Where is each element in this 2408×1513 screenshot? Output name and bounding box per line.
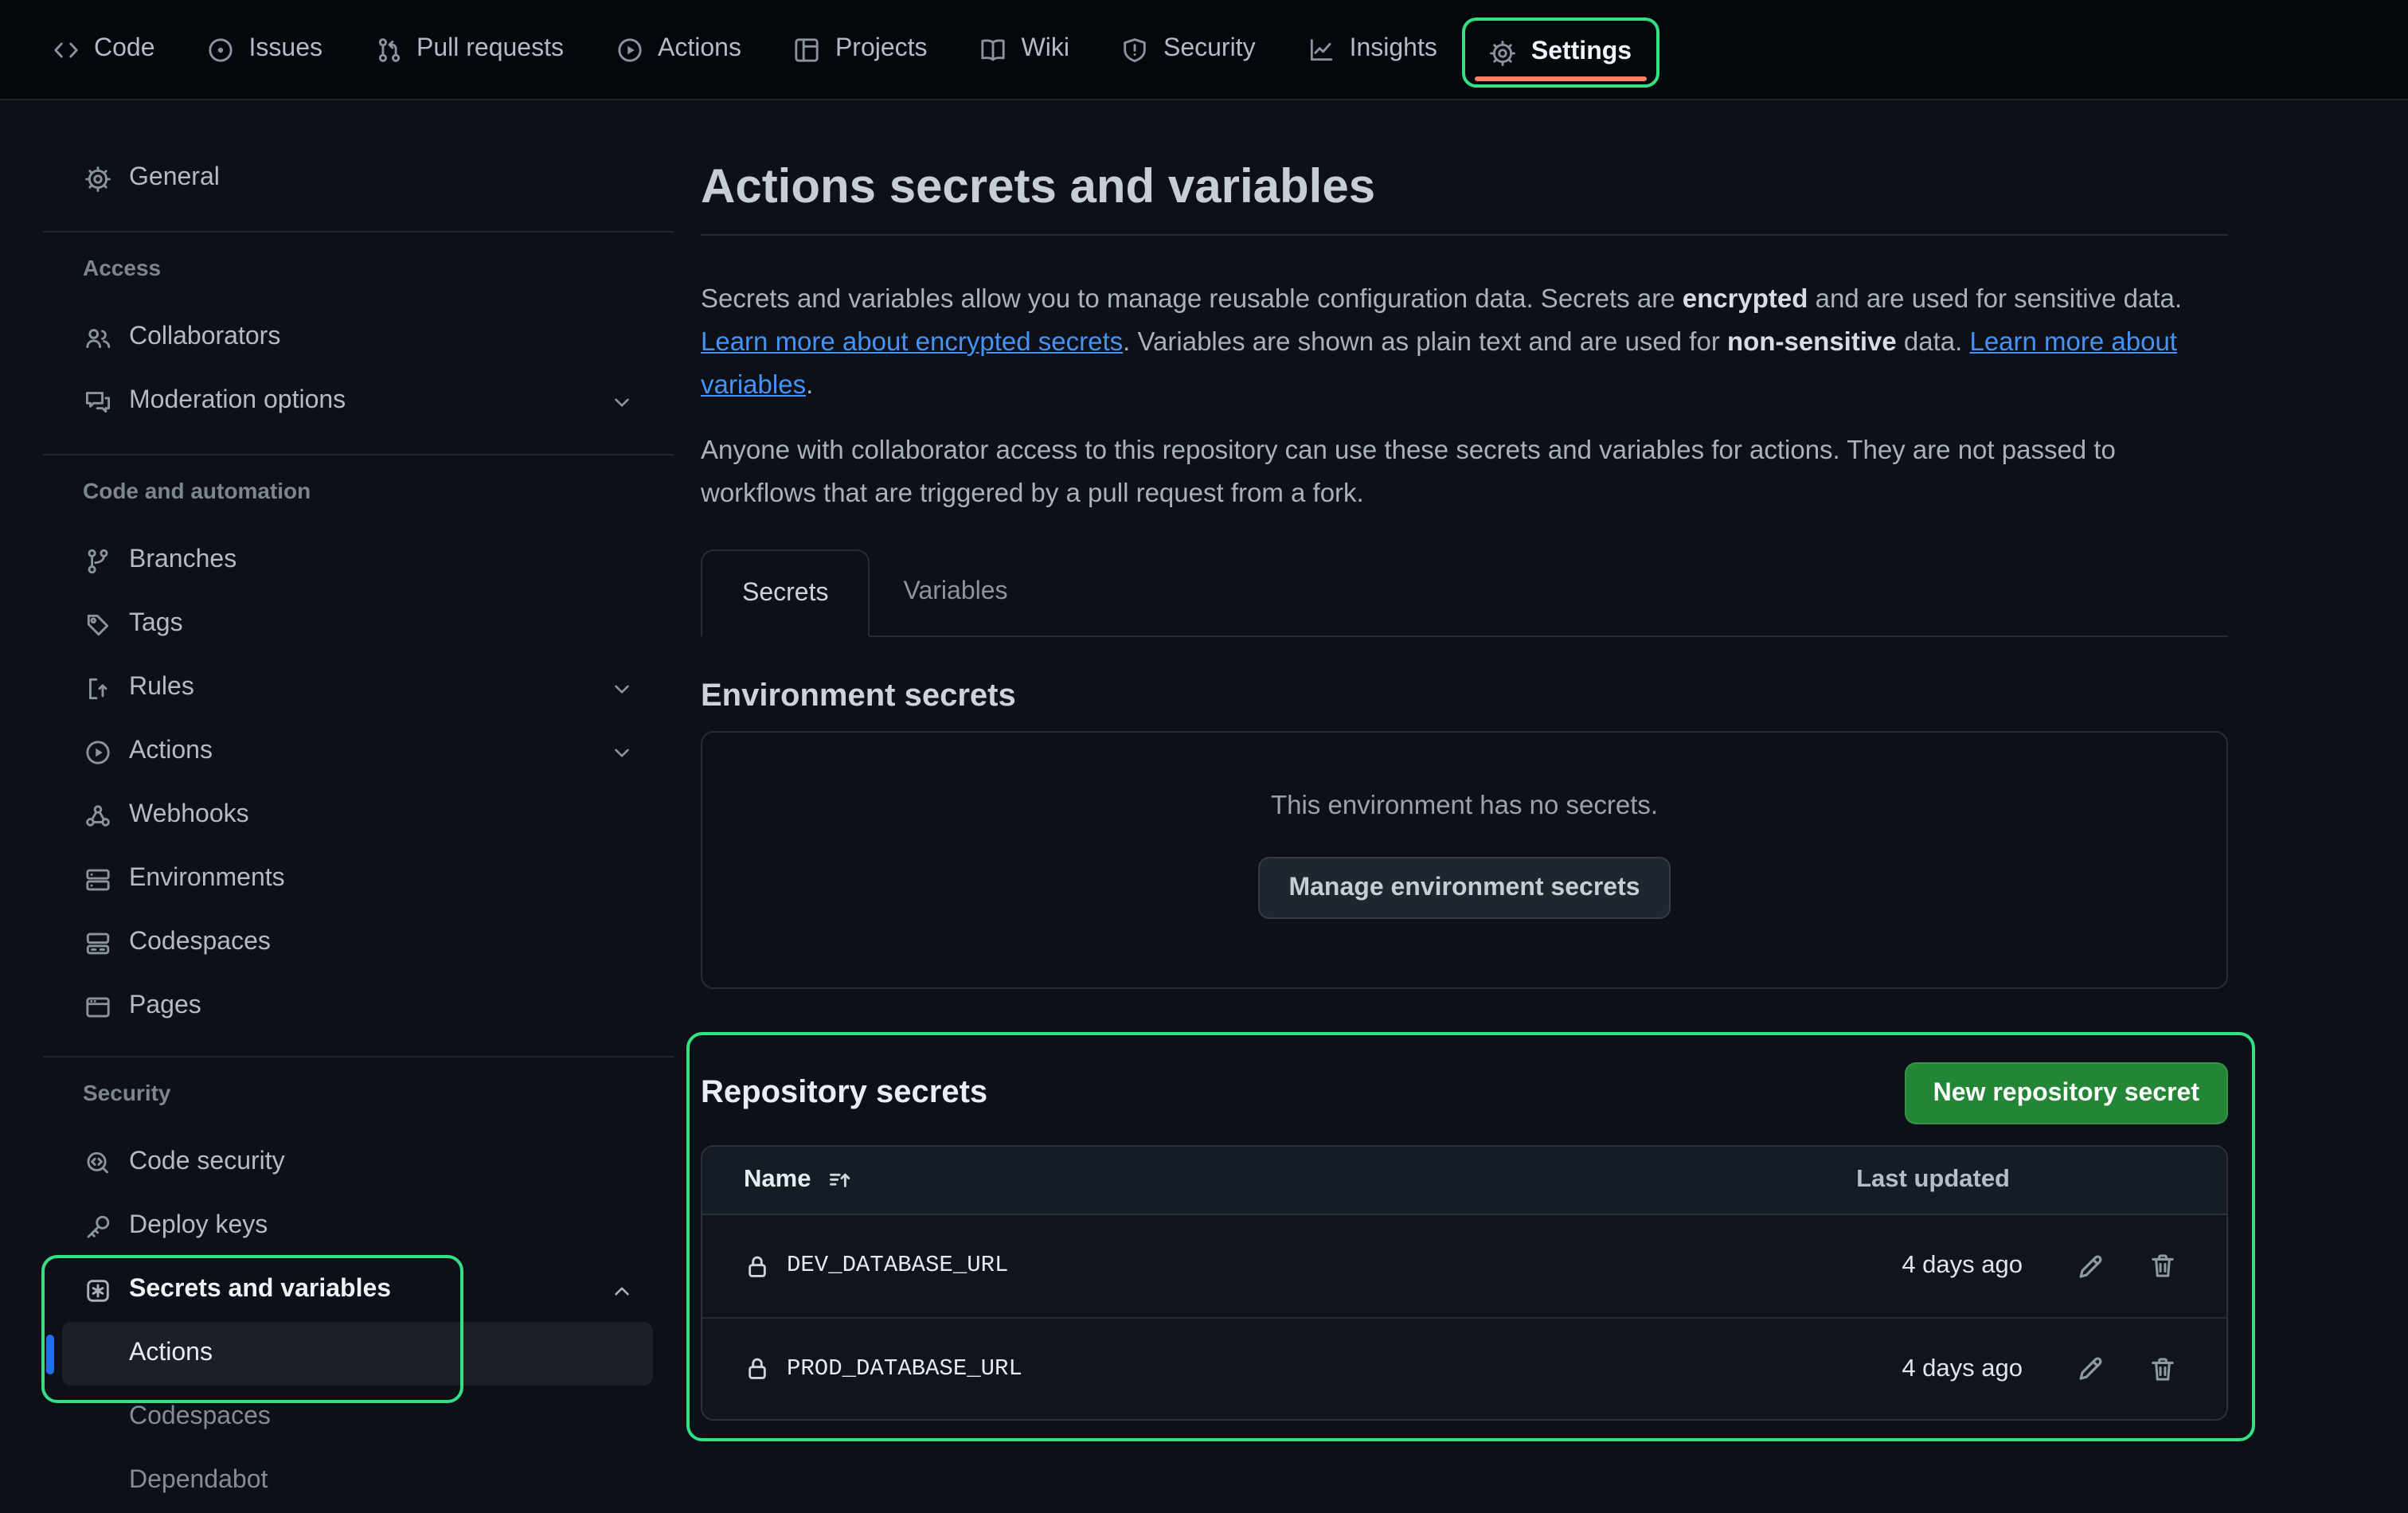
sidebar-section-security: Security <box>83 1077 674 1108</box>
repository-secrets-heading: Repository secrets <box>701 1075 987 1112</box>
edit-secret-button[interactable] <box>2075 1354 2105 1384</box>
delete-secret-button[interactable] <box>2148 1355 2177 1383</box>
repo-tab-bar: Code Issues Pull requests Actions Projec… <box>0 0 2408 100</box>
play-circle-icon <box>616 36 643 63</box>
git-pull-request-icon <box>375 36 402 63</box>
key-asterisk-icon <box>84 1276 111 1304</box>
people-icon <box>84 324 111 351</box>
webhook-icon <box>84 802 111 829</box>
environment-secrets-heading: Environment secrets <box>701 675 2228 717</box>
github-settings-page: Code Issues Pull requests Actions Projec… <box>0 0 2408 1505</box>
sidebar-item-branches[interactable]: Branches <box>62 529 653 592</box>
sidebar-subitem-dependabot[interactable]: Dependabot <box>62 1449 653 1513</box>
code-icon <box>53 36 80 63</box>
collaborator-note: Anyone with collaborator access to this … <box>701 430 2228 516</box>
repository-secrets-header: Repository secrets New repository secret <box>701 1062 2228 1124</box>
key-icon <box>84 1213 111 1240</box>
sidebar-item-moderation-options[interactable]: Moderation options <box>62 369 653 433</box>
secret-updated: 4 days ago <box>1902 1355 2023 1383</box>
secret-row: DEV_DATABASE_URL 4 days ago <box>702 1215 2226 1317</box>
sidebar-item-collaborators[interactable]: Collaborators <box>62 306 653 369</box>
sidebar-divider <box>43 454 674 455</box>
environment-empty-message: This environment has no secrets. <box>1271 792 1658 822</box>
table-icon <box>794 36 821 63</box>
tab-settings[interactable]: Settings <box>1463 18 1659 88</box>
environment-secrets-box: This environment has no secrets. Manage … <box>701 731 2228 989</box>
secret-row: PROD_DATABASE_URL 4 days ago <box>702 1317 2226 1419</box>
sidebar-subitem-actions[interactable]: Actions <box>62 1322 653 1386</box>
gear-icon <box>1490 39 1517 66</box>
rules-icon <box>84 674 111 702</box>
codescan-icon <box>84 1149 111 1176</box>
issue-opened-icon <box>208 36 235 63</box>
link-encrypted-secrets[interactable]: Learn more about encrypted secrets <box>701 328 1123 357</box>
book-icon <box>980 36 1007 63</box>
chevron-up-icon <box>610 1278 634 1302</box>
name-column-header[interactable]: Name <box>744 1166 811 1194</box>
sidebar-divider <box>43 1056 674 1058</box>
secrets-variables-tabnav: Secrets Variables <box>701 549 2228 637</box>
server-icon <box>84 866 111 893</box>
last-updated-column-header: Last updated <box>1856 1166 2010 1194</box>
browser-icon <box>84 993 111 1020</box>
tab-secrets[interactable]: Secrets <box>701 549 870 637</box>
sidebar-item-general[interactable]: General <box>62 147 653 210</box>
play-circle-icon <box>84 738 111 765</box>
chevron-down-icon <box>610 676 634 700</box>
tab-code[interactable]: Code <box>53 35 155 64</box>
lock-icon <box>744 1355 771 1382</box>
sidebar-item-codespaces[interactable]: Codespaces <box>62 911 653 975</box>
table-header-row: Name Last updated <box>702 1147 2226 1215</box>
sidebar-item-environments[interactable]: Environments <box>62 847 653 911</box>
sort-ascending-icon[interactable] <box>827 1167 854 1194</box>
tab-actions[interactable]: Actions <box>616 35 741 64</box>
selected-indicator-bar <box>46 1335 54 1374</box>
sidebar-item-actions[interactable]: Actions <box>62 720 653 784</box>
delete-secret-button[interactable] <box>2148 1252 2177 1280</box>
sidebar-item-rules[interactable]: Rules <box>62 656 653 720</box>
tab-issues[interactable]: Issues <box>208 35 323 64</box>
gear-icon <box>84 165 111 192</box>
lock-icon <box>744 1253 771 1280</box>
chevron-down-icon <box>610 389 634 413</box>
edit-secret-button[interactable] <box>2075 1251 2105 1281</box>
intro-paragraph: Secrets and variables allow you to manag… <box>701 279 2228 408</box>
sidebar-subitem-codespaces[interactable]: Codespaces <box>62 1386 653 1449</box>
tab-pull-requests[interactable]: Pull requests <box>375 35 564 64</box>
codespaces-icon <box>84 929 111 956</box>
tab-variables[interactable]: Variables <box>870 549 1042 635</box>
shield-icon <box>1122 36 1149 63</box>
sidebar-item-deploy-keys[interactable]: Deploy keys <box>62 1194 653 1258</box>
sidebar-item-code-security[interactable]: Code security <box>62 1131 653 1194</box>
page-title: Actions secrets and variables <box>701 158 2228 218</box>
settings-sidebar: General Access Collaborators Moderation … <box>43 147 674 1513</box>
comment-discussion-icon <box>84 388 111 415</box>
secret-name: PROD_DATABASE_URL <box>787 1356 1022 1382</box>
settings-content: Actions secrets and variables Secrets an… <box>701 100 2228 1421</box>
title-divider <box>701 234 2228 236</box>
sidebar-item-secrets-and-variables[interactable]: Secrets and variables <box>62 1258 653 1322</box>
secret-name: DEV_DATABASE_URL <box>787 1253 1008 1279</box>
secret-updated: 4 days ago <box>1902 1252 2023 1280</box>
sidebar-section-access: Access <box>83 252 674 283</box>
sidebar-item-tags[interactable]: Tags <box>62 592 653 656</box>
tab-wiki[interactable]: Wiki <box>980 35 1069 64</box>
sidebar-divider <box>43 231 674 233</box>
new-repository-secret-button[interactable]: New repository secret <box>1905 1062 2228 1124</box>
sidebar-section-code-and-automation: Code and automation <box>83 475 674 506</box>
git-branch-icon <box>84 547 111 574</box>
manage-environment-secrets-button[interactable]: Manage environment secrets <box>1258 857 1670 919</box>
tab-security[interactable]: Security <box>1122 35 1256 64</box>
graph-icon <box>1308 36 1335 63</box>
tag-icon <box>84 611 111 638</box>
sidebar-item-webhooks[interactable]: Webhooks <box>62 784 653 847</box>
sidebar-item-pages[interactable]: Pages <box>62 975 653 1038</box>
chevron-down-icon <box>610 740 634 764</box>
repository-secrets-table: Name Last updated DEV_DATABASE_URL 4 day… <box>701 1145 2228 1421</box>
tab-projects[interactable]: Projects <box>794 35 928 64</box>
tab-insights[interactable]: Insights <box>1308 35 1437 64</box>
